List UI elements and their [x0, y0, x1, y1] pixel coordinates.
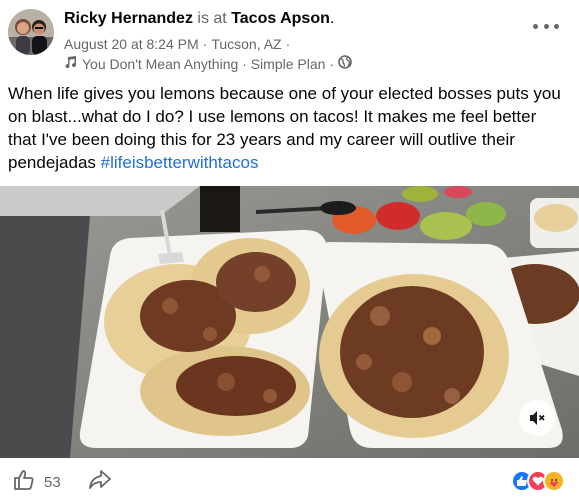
- share-arrow-icon: [88, 470, 112, 495]
- globe-icon[interactable]: [338, 55, 352, 72]
- separator: ·: [202, 36, 208, 52]
- more-options-icon[interactable]: [533, 16, 559, 36]
- post-text: When life gives you lemons because one o…: [8, 82, 568, 174]
- post-header: Ricky Hernandez is at Tacos Apson. Augus…: [0, 0, 579, 76]
- like-button[interactable]: 53: [12, 468, 61, 497]
- post-photo[interactable]: [0, 186, 579, 458]
- place-name[interactable]: Tacos Apson: [231, 10, 330, 27]
- like-count: 53: [44, 474, 61, 491]
- share-button[interactable]: [88, 469, 112, 496]
- tacos-image: [0, 186, 579, 458]
- author-line: Ricky Hernandez is at Tacos Apson.: [64, 10, 334, 28]
- post-meta: August 20 at 8:24 PM · Tucson, AZ ·: [64, 36, 290, 52]
- post-body: When life gives you lemons because one o…: [8, 84, 561, 172]
- is-at-text: is at: [197, 10, 227, 27]
- separator: ·: [285, 36, 291, 52]
- post-date[interactable]: August 20 at 8:24 PM: [64, 36, 199, 52]
- song-title[interactable]: You Don't Mean Anything · Simple Plan: [82, 56, 325, 72]
- music-note-icon: [64, 55, 78, 72]
- period: .: [329, 10, 335, 27]
- avatar[interactable]: [8, 9, 54, 55]
- hashtag-link[interactable]: #lifeisbetterwithtacos: [101, 153, 259, 172]
- separator: ·: [329, 55, 335, 72]
- post-location[interactable]: Tucson, AZ: [211, 36, 281, 52]
- speaker-muted-icon[interactable]: [519, 400, 555, 436]
- post-footer: 53: [0, 462, 579, 500]
- reaction-summary[interactable]: [511, 470, 565, 492]
- author-name[interactable]: Ricky Hernandez: [64, 10, 193, 27]
- care-reaction-icon: [543, 470, 565, 492]
- thumbs-up-icon: [12, 468, 36, 497]
- music-line: You Don't Mean Anything · Simple Plan ·: [64, 55, 352, 72]
